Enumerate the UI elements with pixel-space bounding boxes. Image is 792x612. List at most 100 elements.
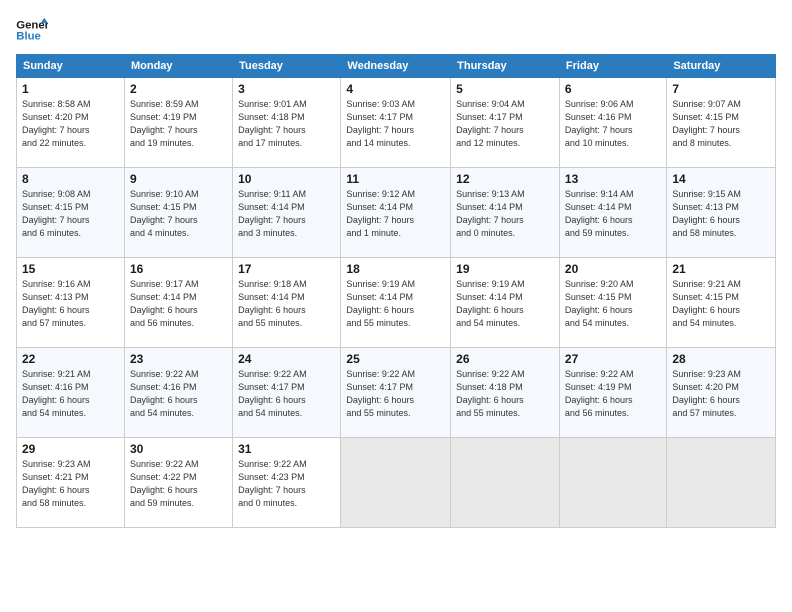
weekday-header-sunday: Sunday — [17, 55, 125, 78]
weekday-header-monday: Monday — [124, 55, 232, 78]
calendar-cell: 27 Sunrise: 9:22 AMSunset: 4:19 PMDayligh… — [559, 348, 666, 438]
week-row-4: 22 Sunrise: 9:21 AMSunset: 4:16 PMDayligh… — [17, 348, 776, 438]
calendar-cell: 13Sunrise: 9:14 AMSunset: 4:14 PMDayligh… — [559, 168, 666, 258]
calendar-cell: 11 Sunrise: 9:12 AMSunset: 4:14 PMDayligh… — [341, 168, 451, 258]
day-number: 28 — [672, 352, 770, 366]
day-number: 7 — [672, 82, 770, 96]
calendar-cell: 7 Sunrise: 9:07 AMSunset: 4:15 PMDaylight… — [667, 78, 776, 168]
weekday-header-thursday: Thursday — [451, 55, 560, 78]
weekday-header-friday: Friday — [559, 55, 666, 78]
day-number: 22 — [22, 352, 119, 366]
cell-text: Sunrise: 9:22 AMSunset: 4:17 PMDaylight:… — [346, 368, 445, 420]
calendar-cell — [451, 438, 560, 528]
cell-text: Sunrise: 9:04 AMSunset: 4:17 PMDaylight:… — [456, 98, 554, 150]
calendar-cell: 24 Sunrise: 9:22 AMSunset: 4:17 PMDayligh… — [233, 348, 341, 438]
calendar-cell — [559, 438, 666, 528]
cell-text: Sunrise: 9:22 AMSunset: 4:16 PMDaylight:… — [130, 368, 227, 420]
logo: General Blue — [16, 16, 48, 44]
calendar-cell: 5 Sunrise: 9:04 AMSunset: 4:17 PMDaylight… — [451, 78, 560, 168]
calendar-cell: 26 Sunrise: 9:22 AMSunset: 4:18 PMDayligh… — [451, 348, 560, 438]
cell-text: Sunrise: 9:01 AMSunset: 4:18 PMDaylight:… — [238, 98, 335, 150]
calendar-cell: 18 Sunrise: 9:19 AMSunset: 4:14 PMDayligh… — [341, 258, 451, 348]
calendar-cell: 2Sunrise: 8:59 AMSunset: 4:19 PMDaylight… — [124, 78, 232, 168]
day-number: 19 — [456, 262, 554, 276]
cell-text: Sunrise: 9:16 AMSunset: 4:13 PMDaylight:… — [22, 278, 119, 330]
cell-text: Sunrise: 9:19 AMSunset: 4:14 PMDaylight:… — [456, 278, 554, 330]
day-number: 24 — [238, 352, 335, 366]
calendar-table: SundayMondayTuesdayWednesdayThursdayFrid… — [16, 54, 776, 528]
cell-text: Sunrise: 9:22 AMSunset: 4:17 PMDaylight:… — [238, 368, 335, 420]
day-number: 11 — [346, 172, 445, 186]
day-number: 29 — [22, 442, 119, 456]
logo-icon: General Blue — [16, 16, 48, 44]
week-row-3: 15Sunrise: 9:16 AMSunset: 4:13 PMDayligh… — [17, 258, 776, 348]
calendar-cell: 16 Sunrise: 9:17 AMSunset: 4:14 PMDayligh… — [124, 258, 232, 348]
calendar-cell: 14Sunrise: 9:15 AMSunset: 4:13 PMDayligh… — [667, 168, 776, 258]
calendar-cell: 1 Sunrise: 8:58 AMSunset: 4:20 PMDaylight… — [17, 78, 125, 168]
cell-text: Sunrise: 9:22 AMSunset: 4:18 PMDaylight:… — [456, 368, 554, 420]
calendar-cell — [667, 438, 776, 528]
weekday-header-wednesday: Wednesday — [341, 55, 451, 78]
day-number: 27 — [565, 352, 661, 366]
calendar-body: 1 Sunrise: 8:58 AMSunset: 4:20 PMDaylight… — [17, 78, 776, 528]
day-number: 5 — [456, 82, 554, 96]
cell-text: Sunrise: 9:21 AMSunset: 4:15 PMDaylight:… — [672, 278, 770, 330]
day-number: 17 — [238, 262, 335, 276]
calendar-cell: 23 Sunrise: 9:22 AMSunset: 4:16 PMDayligh… — [124, 348, 232, 438]
cell-text: Sunrise: 9:22 AMSunset: 4:19 PMDaylight:… — [565, 368, 661, 420]
calendar-cell: 17 Sunrise: 9:18 AMSunset: 4:14 PMDayligh… — [233, 258, 341, 348]
calendar-header: SundayMondayTuesdayWednesdayThursdayFrid… — [17, 55, 776, 78]
day-number: 1 — [22, 82, 119, 96]
cell-text: Sunrise: 9:18 AMSunset: 4:14 PMDaylight:… — [238, 278, 335, 330]
calendar-cell: 19 Sunrise: 9:19 AMSunset: 4:14 PMDayligh… — [451, 258, 560, 348]
cell-text: Sunrise: 9:19 AMSunset: 4:14 PMDaylight:… — [346, 278, 445, 330]
weekday-header-tuesday: Tuesday — [233, 55, 341, 78]
day-number: 18 — [346, 262, 445, 276]
cell-text: Sunrise: 9:08 AMSunset: 4:15 PMDaylight:… — [22, 188, 119, 240]
calendar-cell: 8 Sunrise: 9:08 AMSunset: 4:15 PMDaylight… — [17, 168, 125, 258]
header: General Blue — [16, 16, 776, 44]
calendar-cell: 22 Sunrise: 9:21 AMSunset: 4:16 PMDayligh… — [17, 348, 125, 438]
day-number: 25 — [346, 352, 445, 366]
day-number: 10 — [238, 172, 335, 186]
cell-text: Sunrise: 9:13 AMSunset: 4:14 PMDaylight:… — [456, 188, 554, 240]
calendar-cell: 4Sunrise: 9:03 AMSunset: 4:17 PMDaylight… — [341, 78, 451, 168]
calendar-cell: 12 Sunrise: 9:13 AMSunset: 4:14 PMDayligh… — [451, 168, 560, 258]
cell-text: Sunrise: 9:23 AMSunset: 4:20 PMDaylight:… — [672, 368, 770, 420]
cell-text: Sunrise: 9:03 AMSunset: 4:17 PMDaylight:… — [346, 98, 445, 150]
day-number: 21 — [672, 262, 770, 276]
cell-text: Sunrise: 9:10 AMSunset: 4:15 PMDaylight:… — [130, 188, 227, 240]
calendar-cell: 21 Sunrise: 9:21 AMSunset: 4:15 PMDayligh… — [667, 258, 776, 348]
cell-text: Sunrise: 9:12 AMSunset: 4:14 PMDaylight:… — [346, 188, 445, 240]
calendar-cell: 20Sunrise: 9:20 AMSunset: 4:15 PMDayligh… — [559, 258, 666, 348]
week-row-1: 1 Sunrise: 8:58 AMSunset: 4:20 PMDaylight… — [17, 78, 776, 168]
calendar-cell — [341, 438, 451, 528]
calendar-cell: 10Sunrise: 9:11 AMSunset: 4:14 PMDayligh… — [233, 168, 341, 258]
day-number: 3 — [238, 82, 335, 96]
cell-text: Sunrise: 8:58 AMSunset: 4:20 PMDaylight:… — [22, 98, 119, 150]
calendar-cell: 15Sunrise: 9:16 AMSunset: 4:13 PMDayligh… — [17, 258, 125, 348]
calendar-cell: 28 Sunrise: 9:23 AMSunset: 4:20 PMDayligh… — [667, 348, 776, 438]
calendar-cell: 29Sunrise: 9:23 AMSunset: 4:21 PMDayligh… — [17, 438, 125, 528]
day-number: 23 — [130, 352, 227, 366]
cell-text: Sunrise: 9:15 AMSunset: 4:13 PMDaylight:… — [672, 188, 770, 240]
day-number: 9 — [130, 172, 227, 186]
svg-text:Blue: Blue — [16, 31, 41, 43]
cell-text: Sunrise: 9:17 AMSunset: 4:14 PMDaylight:… — [130, 278, 227, 330]
day-number: 13 — [565, 172, 661, 186]
day-number: 6 — [565, 82, 661, 96]
day-number: 12 — [456, 172, 554, 186]
day-number: 31 — [238, 442, 335, 456]
cell-text: Sunrise: 9:07 AMSunset: 4:15 PMDaylight:… — [672, 98, 770, 150]
calendar-cell: 3 Sunrise: 9:01 AMSunset: 4:18 PMDaylight… — [233, 78, 341, 168]
cell-text: Sunrise: 9:21 AMSunset: 4:16 PMDaylight:… — [22, 368, 119, 420]
weekday-row: SundayMondayTuesdayWednesdayThursdayFrid… — [17, 55, 776, 78]
weekday-header-saturday: Saturday — [667, 55, 776, 78]
day-number: 8 — [22, 172, 119, 186]
cell-text: Sunrise: 9:22 AMSunset: 4:23 PMDaylight:… — [238, 458, 335, 510]
day-number: 16 — [130, 262, 227, 276]
day-number: 20 — [565, 262, 661, 276]
calendar-cell: 9 Sunrise: 9:10 AMSunset: 4:15 PMDaylight… — [124, 168, 232, 258]
day-number: 26 — [456, 352, 554, 366]
cell-text: Sunrise: 9:06 AMSunset: 4:16 PMDaylight:… — [565, 98, 661, 150]
